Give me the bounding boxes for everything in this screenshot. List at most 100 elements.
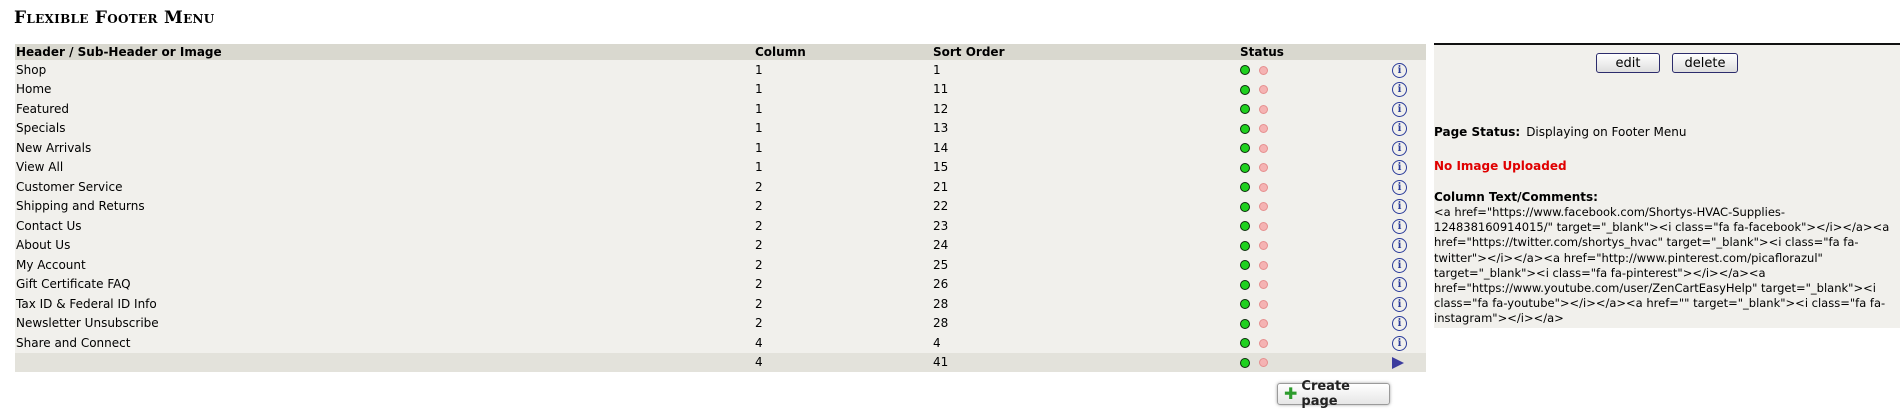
table-row[interactable]: Shop 1 1 i — [15, 60, 1426, 80]
cell-column: 2 — [754, 255, 932, 275]
info-icon[interactable]: i — [1392, 277, 1407, 293]
table-row[interactable]: Shipping and Returns 2 22 i — [15, 196, 1426, 216]
cell-status — [1239, 196, 1391, 216]
status-active-icon[interactable] — [1240, 299, 1250, 310]
table-row[interactable]: New Arrivals 1 14 i — [15, 138, 1426, 158]
cell-sort-order: 22 — [932, 196, 1239, 216]
info-icon[interactable]: i — [1392, 199, 1407, 215]
info-icon[interactable]: i — [1392, 218, 1407, 234]
footer-menu-table: Header / Sub-Header or Image Column Sort… — [15, 44, 1426, 372]
table-row[interactable]: Home 1 11 i — [15, 79, 1426, 99]
table-row[interactable]: Customer Service 2 21 i — [15, 177, 1426, 197]
status-active-icon[interactable] — [1240, 84, 1250, 95]
status-active-icon[interactable] — [1240, 260, 1250, 271]
cell-action: i — [1391, 177, 1426, 197]
info-icon[interactable]: i — [1392, 238, 1407, 254]
status-inactive-icon[interactable] — [1259, 65, 1268, 75]
table-row[interactable]: View All 1 15 i — [15, 157, 1426, 177]
status-inactive-icon[interactable] — [1259, 260, 1268, 270]
info-icon[interactable]: i — [1392, 296, 1407, 312]
status-active-icon[interactable] — [1240, 279, 1250, 290]
cell-status — [1239, 235, 1391, 255]
cell-column: 2 — [754, 216, 932, 236]
status-active-icon[interactable] — [1240, 162, 1250, 173]
table-row[interactable]: About Us 2 24 i — [15, 235, 1426, 255]
cell-status — [1239, 294, 1391, 314]
cell-sort-order: 15 — [932, 157, 1239, 177]
info-icon[interactable]: i — [1392, 140, 1407, 156]
status-active-icon[interactable] — [1240, 104, 1250, 115]
status-active-icon[interactable] — [1240, 65, 1250, 76]
cell-sort-order: 41 — [932, 352, 1239, 372]
page-title: Flexible Footer Menu — [14, 8, 215, 28]
status-active-icon[interactable] — [1240, 182, 1250, 193]
cell-action: i — [1391, 79, 1426, 99]
delete-button[interactable]: delete — [1672, 53, 1738, 73]
arrow-right-icon[interactable] — [1392, 356, 1404, 369]
edit-button[interactable]: edit — [1596, 53, 1660, 73]
status-active-icon[interactable] — [1240, 123, 1250, 134]
cell-status — [1239, 177, 1391, 197]
info-icon[interactable]: i — [1392, 160, 1407, 176]
cell-sort-order: 25 — [932, 255, 1239, 275]
status-inactive-icon[interactable] — [1259, 104, 1268, 114]
status-inactive-icon[interactable] — [1259, 299, 1268, 309]
status-inactive-icon[interactable] — [1259, 319, 1268, 329]
info-icon[interactable]: i — [1392, 101, 1407, 117]
status-active-icon[interactable] — [1240, 221, 1250, 232]
status-active-icon[interactable] — [1240, 143, 1250, 154]
cell-action — [1391, 352, 1426, 372]
status-active-icon[interactable] — [1240, 338, 1250, 349]
table-row[interactable]: My Account 2 25 i — [15, 255, 1426, 275]
table-row[interactable]: Gift Certificate FAQ 2 26 i — [15, 274, 1426, 294]
cell-status — [1239, 352, 1391, 372]
cell-name: Shipping and Returns — [15, 196, 754, 216]
cell-column: 1 — [754, 60, 932, 80]
cell-column: 2 — [754, 196, 932, 216]
status-inactive-icon[interactable] — [1259, 221, 1268, 231]
info-icon[interactable]: i — [1392, 62, 1407, 78]
cell-action: i — [1391, 255, 1426, 275]
status-inactive-icon[interactable] — [1259, 241, 1268, 251]
cell-column: 1 — [754, 118, 932, 138]
status-active-icon[interactable] — [1240, 201, 1250, 212]
info-icon[interactable]: i — [1392, 121, 1407, 137]
info-icon[interactable]: i — [1392, 335, 1407, 351]
info-icon[interactable]: i — [1392, 316, 1407, 332]
cell-name: My Account — [15, 255, 754, 275]
table-row[interactable]: Specials 1 13 i — [15, 118, 1426, 138]
status-inactive-icon[interactable] — [1259, 124, 1268, 134]
cell-sort-order: 28 — [932, 294, 1239, 314]
status-active-icon[interactable] — [1240, 318, 1250, 329]
table-row[interactable]: Featured 1 12 i — [15, 99, 1426, 119]
cell-sort-order: 28 — [932, 313, 1239, 333]
status-active-icon[interactable] — [1240, 357, 1250, 368]
cell-column: 4 — [754, 352, 932, 372]
column-header-status: Status — [1239, 44, 1391, 60]
cell-action: i — [1391, 274, 1426, 294]
cell-status — [1239, 333, 1391, 353]
table-row[interactable]: Contact Us 2 23 i — [15, 216, 1426, 236]
status-inactive-icon[interactable] — [1259, 338, 1268, 348]
status-inactive-icon[interactable] — [1259, 202, 1268, 212]
table-row[interactable]: Tax ID & Federal ID Info 2 28 i — [15, 294, 1426, 314]
cell-name: Featured — [15, 99, 754, 119]
page-status-value: Displaying on Footer Menu — [1526, 125, 1687, 139]
info-icon[interactable]: i — [1392, 257, 1407, 273]
status-inactive-icon[interactable] — [1259, 85, 1268, 95]
cell-status — [1239, 274, 1391, 294]
table-row[interactable]: Share and Connect 4 4 i — [15, 333, 1426, 353]
status-inactive-icon[interactable] — [1259, 358, 1268, 368]
cell-sort-order: 21 — [932, 177, 1239, 197]
table-row[interactable]: Newsletter Unsubscribe 2 28 i — [15, 313, 1426, 333]
info-icon[interactable]: i — [1392, 82, 1407, 98]
cell-action: i — [1391, 294, 1426, 314]
status-active-icon[interactable] — [1240, 240, 1250, 251]
status-inactive-icon[interactable] — [1259, 163, 1268, 173]
cell-status — [1239, 138, 1391, 158]
status-inactive-icon[interactable] — [1259, 280, 1268, 290]
table-row[interactable]: 4 41 — [15, 352, 1426, 372]
status-inactive-icon[interactable] — [1259, 143, 1268, 153]
info-icon[interactable]: i — [1392, 179, 1407, 195]
status-inactive-icon[interactable] — [1259, 182, 1268, 192]
